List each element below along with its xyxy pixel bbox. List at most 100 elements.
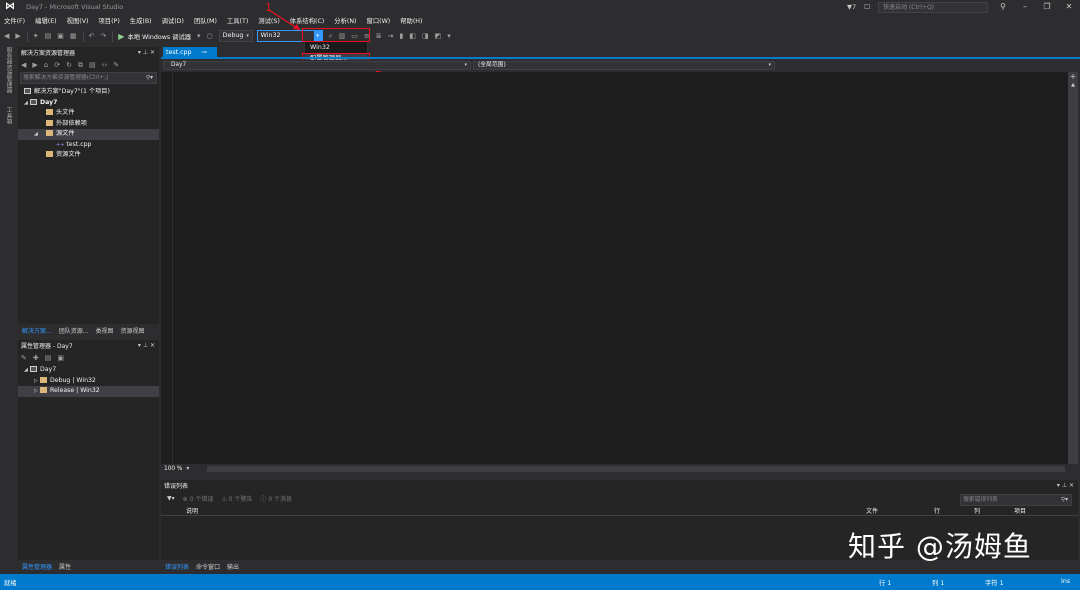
column-project[interactable]: 项目 — [1014, 506, 1026, 515]
start-debugging-icon[interactable]: ▶ — [118, 32, 124, 41]
solution-explorer-header: 解决方案资源管理器 ▾ ⊥ ✕ — [18, 47, 159, 58]
view-code-icon[interactable]: ‹› — [102, 61, 108, 69]
menu-project[interactable]: 项目(P) — [98, 16, 119, 25]
code-editor[interactable]: + ▲ — [161, 72, 1078, 464]
status-insert-mode: Ins — [1061, 578, 1071, 585]
column-column[interactable]: 列 — [974, 506, 1014, 515]
menu-debug[interactable]: 调试(D) — [162, 16, 184, 25]
tree-item-label: 源文件 — [56, 130, 75, 137]
close-button[interactable]: ✕ — [1061, 1, 1077, 13]
save-all-icon[interactable]: ▦ — [70, 32, 77, 40]
column-file[interactable]: 文件 — [866, 506, 934, 515]
expand-arrow-icon[interactable]: ◢ — [34, 129, 40, 140]
tab-property-manager[interactable]: 属性管理器 — [22, 562, 52, 571]
panel-window-buttons[interactable]: ▾ ⊥ ✕ — [138, 49, 155, 56]
show-all-files-icon[interactable]: ▤ — [89, 61, 96, 69]
column-description[interactable]: 说明 — [186, 506, 866, 515]
open-file-icon[interactable]: ▤ — [45, 32, 52, 40]
tab-team-explorer[interactable]: 团队资源... — [59, 326, 89, 335]
wrench-icon[interactable]: ✎ — [21, 354, 27, 362]
warning-icon: ⚠ — [221, 495, 227, 503]
add-existing-sheet-icon[interactable]: ▤ — [45, 354, 52, 362]
refresh-icon[interactable]: ↻ — [66, 61, 72, 69]
redo-icon[interactable]: ↷ — [100, 32, 106, 40]
solution-explorer-search-input[interactable]: 搜索解决方案资源管理器(Ctrl+;) ⚲▾ — [20, 72, 157, 84]
tree-item-source-files[interactable]: ◢ 源文件 — [18, 129, 159, 140]
error-list-column-headers: 说明 文件 行 列 项目 — [161, 505, 1078, 516]
warnings-filter-button[interactable]: ⚠ 0 个警告 — [221, 494, 252, 503]
tab-output[interactable]: 输出 — [227, 562, 239, 571]
minimize-button[interactable]: – — [1017, 1, 1033, 13]
pin-icon[interactable]: ⊸ — [202, 49, 207, 56]
menu-file[interactable]: 文件(F) — [4, 16, 25, 25]
panel-window-buttons[interactable]: ▾ ⊥ ✕ — [138, 342, 155, 349]
solution-configuration-combo[interactable]: Debug ▾ — [218, 30, 253, 42]
tree-item-release-win32[interactable]: ▷ Release | Win32 — [18, 386, 159, 397]
folder-icon — [40, 387, 47, 393]
error-list-title: 错误列表 — [164, 483, 189, 490]
start-debugger-button[interactable]: 本地 Windows 调试器 — [127, 32, 191, 41]
back-icon[interactable]: ◀ — [21, 61, 26, 69]
menu-team[interactable]: 团队(M) — [194, 16, 217, 25]
debugger-dropdown-icon[interactable]: ▾ — [197, 32, 201, 40]
new-project-icon[interactable]: ✦ — [33, 32, 39, 40]
toolbox-tab[interactable]: 工具箱 — [4, 107, 13, 124]
tree-item-project-day7[interactable]: ◢ Day7 — [18, 98, 159, 109]
tree-item-label: test.cpp — [66, 140, 92, 148]
restore-button[interactable]: ❐ — [1039, 1, 1055, 13]
menu-view[interactable]: 视图(V) — [67, 16, 89, 25]
project-scope-combo[interactable]: Day7 ▾ — [163, 61, 471, 70]
sync-icon[interactable]: ⟳ — [54, 61, 60, 69]
menu-tools[interactable]: 工具(T) — [227, 16, 248, 25]
global-scope-combo[interactable]: (全局范围) ▾ — [473, 61, 775, 70]
forward-icon[interactable]: ▶ — [32, 61, 37, 69]
notifications-flag-icon[interactable]: ▼7 — [847, 3, 856, 11]
tree-item-day7[interactable]: ◢ Day7 — [18, 365, 159, 376]
tab-class-view[interactable]: 类视图 — [95, 326, 113, 335]
error-list-search-input[interactable]: 搜索错误列表 ⚲▾ — [960, 494, 1072, 506]
tab-properties[interactable]: 属性 — [59, 562, 71, 571]
messages-filter-button[interactable]: ⓘ 0 个消息 — [260, 494, 292, 503]
split-window-icon[interactable]: + — [1068, 72, 1078, 82]
add-property-sheet-icon[interactable]: ✚ — [33, 354, 39, 362]
solution-explorer-tabs: 解决方案... 团队资源... 类视图 资源视图 — [18, 324, 159, 336]
errors-filter-button[interactable]: ⊗ 0 个错误 — [183, 494, 214, 503]
forward-icon[interactable]: ▶ — [15, 32, 20, 40]
save-icon[interactable]: ▣ — [57, 32, 64, 40]
tree-item-debug-win32[interactable]: ▷ Debug | Win32 — [18, 376, 159, 387]
undo-icon[interactable]: ↶ — [89, 32, 95, 40]
tree-item-header-files[interactable]: 头文件 — [18, 108, 159, 119]
menu-build[interactable]: 生成(B) — [130, 16, 152, 25]
tab-label: test.cpp — [166, 49, 192, 56]
search-icon[interactable]: ⚲ — [995, 1, 1011, 13]
error-list-toolbar: ▼▾ ⊗ 0 个错误 ⚠ 0 个警告 ⓘ 0 个消息 搜索错误列表 ⚲▾ — [161, 491, 1078, 506]
tab-test-cpp[interactable]: test.cpp ⊸ ✕ — [163, 47, 217, 68]
tab-command-window[interactable]: 命令窗口 — [196, 562, 220, 571]
status-ready: 就绪 — [4, 580, 17, 587]
quick-launch-input[interactable]: 快速启动 (Ctrl+Q) — [878, 1, 988, 13]
server-explorer-tab[interactable]: 服务器资源管理器 — [4, 47, 13, 93]
column-line[interactable]: 行 — [934, 506, 974, 515]
tree-item-external-dependencies[interactable]: 外部依赖项 — [18, 119, 159, 130]
properties-icon[interactable]: ✎ — [113, 61, 119, 69]
tree-item-solution[interactable]: 解决方案"Day7"(1 个项目) — [18, 87, 159, 98]
menu-edit[interactable]: 编辑(E) — [35, 16, 57, 25]
feedback-icon[interactable]: ☐ — [864, 3, 870, 11]
horizontal-scrollbar[interactable] — [207, 466, 1065, 472]
panel-window-buttons[interactable]: ▾ ⊥ ✕ — [1057, 482, 1074, 489]
tab-resource-view[interactable]: 资源视图 — [120, 326, 144, 335]
attach-process-icon[interactable]: ○ — [207, 32, 213, 40]
filter-icon[interactable]: ▼▾ — [167, 495, 175, 502]
tab-solution-explorer[interactable]: 解决方案... — [22, 326, 52, 335]
scroll-up-icon[interactable]: ▲ — [1068, 82, 1078, 88]
tab-error-list[interactable]: 错误列表 — [165, 562, 189, 571]
back-icon[interactable]: ◀ — [4, 32, 9, 40]
tree-item-resource-files[interactable]: 资源文件 — [18, 150, 159, 161]
save-icon[interactable]: ▣ — [57, 354, 64, 362]
home-icon[interactable]: ⌂ — [44, 61, 48, 69]
zoom-dropdown-icon[interactable]: ▾ — [186, 466, 189, 472]
collapse-all-icon[interactable]: ⧉ — [78, 61, 83, 70]
zoom-level[interactable]: 100 % — [164, 466, 182, 472]
tree-item-test-cpp[interactable]: ++ test.cpp — [18, 140, 159, 151]
vertical-scrollbar[interactable]: + ▲ — [1068, 72, 1078, 464]
